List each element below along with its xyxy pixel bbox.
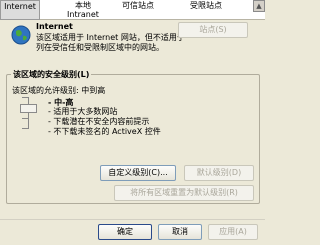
security-group-title: 该区域的安全级别(L) — [11, 69, 92, 80]
security-slider-track — [28, 97, 29, 129]
zone-list: Internet 本地 Intranet 可信站点 受限站点 ▲ — [0, 0, 265, 20]
reset-all-zones-button[interactable]: 将所有区域重置为默认级别(R) — [114, 185, 254, 201]
custom-level-button[interactable]: 自定义级别(C)... — [100, 165, 176, 181]
security-level-description: - 适用于大多数网站 - 下载潜在不安全内容前提示 - 不下载未签名的 Acti… — [48, 107, 161, 137]
ok-button[interactable]: 确定 — [98, 224, 152, 240]
allowed-levels-text: 该区域的允许级别: 中到高 — [12, 86, 106, 95]
cancel-button[interactable]: 取消 — [158, 224, 202, 240]
zone-trusted-label: 可信站点 — [122, 1, 154, 10]
zone-description: 该区域适用于 Internet 网站，但不适用于列在受信任和受限制区域中的网站。 — [36, 33, 185, 52]
slider-tick — [22, 97, 28, 98]
level-desc-line: - 不下载未签名的 ActiveX 控件 — [48, 127, 161, 136]
level-desc-line: - 适用于大多数网站 — [48, 107, 118, 116]
apply-button[interactable]: 应用(A) — [208, 224, 258, 240]
zone-restricted-label: 受限站点 — [190, 1, 222, 10]
zone-internet[interactable]: Internet — [0, 0, 40, 20]
zone-intranet-label: 本地 — [75, 1, 91, 10]
zone-trusted[interactable]: 可信站点 — [112, 0, 164, 20]
zone-internet-label: Internet — [4, 2, 36, 11]
zone-intranet-sublabel: Intranet — [67, 10, 99, 19]
globe-icon — [11, 25, 31, 45]
zone-title: Internet — [36, 22, 73, 31]
zone-restricted[interactable]: 受限站点 — [178, 0, 234, 20]
default-level-button[interactable]: 默认级别(D) — [184, 165, 254, 181]
slider-tick — [22, 118, 28, 119]
slider-tick — [22, 128, 28, 129]
level-desc-line: - 下载潜在不安全内容前提示 — [48, 117, 150, 126]
zone-scroll-up-icon[interactable]: ▲ — [253, 0, 265, 12]
sites-button[interactable]: 站点(S) — [178, 22, 248, 38]
security-slider-thumb[interactable] — [20, 104, 37, 113]
zone-intranet[interactable]: 本地 Intranet — [60, 0, 106, 20]
